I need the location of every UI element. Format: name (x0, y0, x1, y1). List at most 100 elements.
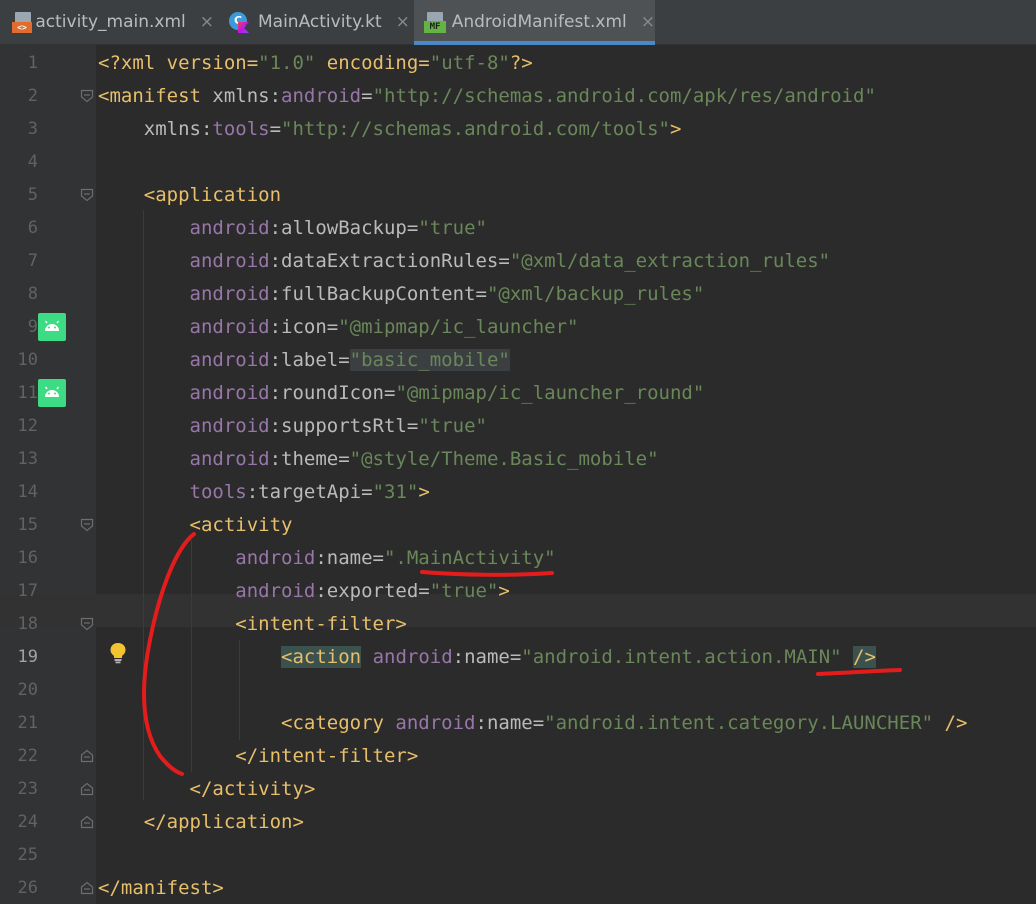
close-tab-icon[interactable]: × (641, 12, 655, 32)
code-line[interactable]: android:name=".MainActivity" (98, 542, 556, 575)
code-line[interactable]: android:supportsRtl="true" (98, 410, 487, 443)
code-token: <action (281, 646, 362, 668)
code-line[interactable]: <activity (98, 509, 293, 542)
code-token: "true" (418, 415, 487, 437)
code-line[interactable]: <category android:name="android.intent.c… (98, 707, 967, 740)
tab-main-activity-kt[interactable]: C MainActivity.kt × (216, 0, 414, 44)
code-token: android (98, 250, 270, 272)
fold-end-icon[interactable] (80, 815, 94, 829)
code-line[interactable]: android:roundIcon="@mipmap/ic_launcher_r… (98, 377, 705, 410)
line-number: 4 (27, 152, 38, 172)
code-line[interactable]: </manifest> (98, 872, 224, 904)
tab-label: AndroidManifest.xml (451, 12, 627, 32)
line-number: 25 (17, 845, 38, 865)
fold-collapse-icon[interactable] (80, 518, 94, 532)
code-token: android (98, 448, 270, 470)
code-token: android (281, 85, 362, 107)
fold-end-icon[interactable] (80, 881, 94, 895)
android-launcher-icon[interactable] (38, 313, 66, 341)
code-token: "android.intent.category.LAUNCHER" (544, 712, 934, 734)
code-token: android (98, 217, 270, 239)
code-line[interactable]: </application> (98, 806, 304, 839)
code-line[interactable]: android:allowBackup="true" (98, 212, 487, 245)
fold-end-icon[interactable] (80, 749, 94, 763)
xml-file-icon: <> (12, 11, 32, 33)
fold-collapse-icon[interactable] (80, 617, 94, 631)
code-line[interactable]: android:theme="@style/Theme.Basic_mobile… (98, 443, 659, 476)
code-token: "android.intent.action.MAIN" (521, 646, 842, 668)
code-token: "@style/Theme.Basic_mobile" (349, 448, 659, 470)
line-number: 5 (27, 185, 38, 205)
code-token: :targetApi= (246, 481, 373, 503)
code-line[interactable]: </activity> (98, 773, 316, 806)
code-token: android (372, 646, 453, 668)
code-line[interactable]: android:fullBackupContent="@xml/backup_r… (98, 278, 705, 311)
code-token: :name= (315, 547, 384, 569)
fold-end-icon[interactable] (80, 782, 94, 796)
code-token: > (498, 580, 510, 602)
tab-label: MainActivity.kt (258, 12, 382, 32)
code-line[interactable]: <?xml version="1.0" encoding="utf-8"?> (98, 47, 533, 80)
line-number: 7 (27, 251, 38, 271)
code-token: tools (212, 118, 270, 140)
code-token: encoding= (315, 52, 430, 74)
code-token: "basic_mobile" (349, 349, 510, 371)
code-token: "http://schemas.android.com/apk/res/andr… (372, 85, 876, 107)
code-line[interactable]: <intent-filter> (98, 608, 407, 641)
code-token: android (98, 349, 270, 371)
code-token: = (269, 118, 282, 140)
code-token: </application> (98, 811, 304, 833)
line-number: 8 (27, 284, 38, 304)
code-token: :label= (269, 349, 350, 371)
code-line[interactable]: <application (98, 179, 281, 212)
code-token: "@mipmap/ic_launcher_round" (395, 382, 705, 404)
code-token: android (98, 283, 270, 305)
close-tab-icon[interactable]: × (396, 12, 410, 32)
code-token: "1.0" (258, 52, 316, 74)
code-token: > (669, 118, 682, 140)
code-line[interactable]: <action android:name="android.intent.act… (98, 641, 876, 674)
line-number: 16 (17, 548, 38, 568)
fold-collapse-icon[interactable] (80, 89, 94, 103)
fold-collapse-icon[interactable] (80, 188, 94, 202)
line-number: 21 (17, 713, 38, 733)
line-number: 11 (17, 383, 38, 403)
code-token: ?> (509, 52, 533, 74)
code-token: > (418, 481, 430, 503)
line-number: 23 (17, 779, 38, 799)
code-line[interactable]: xmlns:tools="http://schemas.android.com/… (98, 113, 682, 146)
code-line[interactable]: android:icon="@mipmap/ic_launcher" (98, 311, 579, 344)
code-token: :allowBackup= (269, 217, 419, 239)
code-line[interactable]: </intent-filter> (98, 740, 418, 773)
line-number: 10 (17, 350, 38, 370)
close-tab-icon[interactable]: × (200, 12, 214, 32)
line-number: 1 (27, 53, 38, 73)
code-token: android (395, 712, 476, 734)
code-line[interactable]: tools:targetApi="31"> (98, 476, 430, 509)
code-token: <?xml version= (98, 52, 259, 74)
code-token: /> (853, 646, 876, 668)
lightbulb-icon[interactable] (108, 641, 128, 665)
code-token: </intent-filter> (98, 745, 419, 767)
code-line[interactable]: android:label="basic_mobile" (98, 344, 510, 377)
line-number: 6 (27, 218, 38, 238)
code-line[interactable]: android:exported="true"> (98, 575, 510, 608)
code-token: <activity (98, 514, 293, 536)
kotlin-class-icon: C (228, 11, 250, 33)
code-token: :roundIcon= (269, 382, 396, 404)
code-token: <intent-filter> (98, 613, 407, 635)
line-number: 20 (17, 680, 38, 700)
line-number: 13 (17, 449, 38, 469)
code-token: ".MainActivity" (383, 547, 556, 569)
code-line[interactable]: <manifest xmlns:android="http://schemas.… (98, 80, 876, 113)
line-number: 19 (17, 647, 38, 667)
tab-android-manifest-xml[interactable]: MF AndroidManifest.xml × (414, 0, 655, 45)
tab-activity-main-xml[interactable]: <> activity_main.xml × (0, 0, 214, 44)
code-token: :supportsRtl= (269, 415, 419, 437)
line-number: 24 (17, 812, 38, 832)
android-launcher-icon[interactable] (38, 379, 66, 407)
code-token: = (361, 85, 373, 107)
code-token: tools (98, 481, 247, 503)
code-token: "true" (429, 580, 499, 602)
code-line[interactable]: android:dataExtractionRules="@xml/data_e… (98, 245, 831, 278)
